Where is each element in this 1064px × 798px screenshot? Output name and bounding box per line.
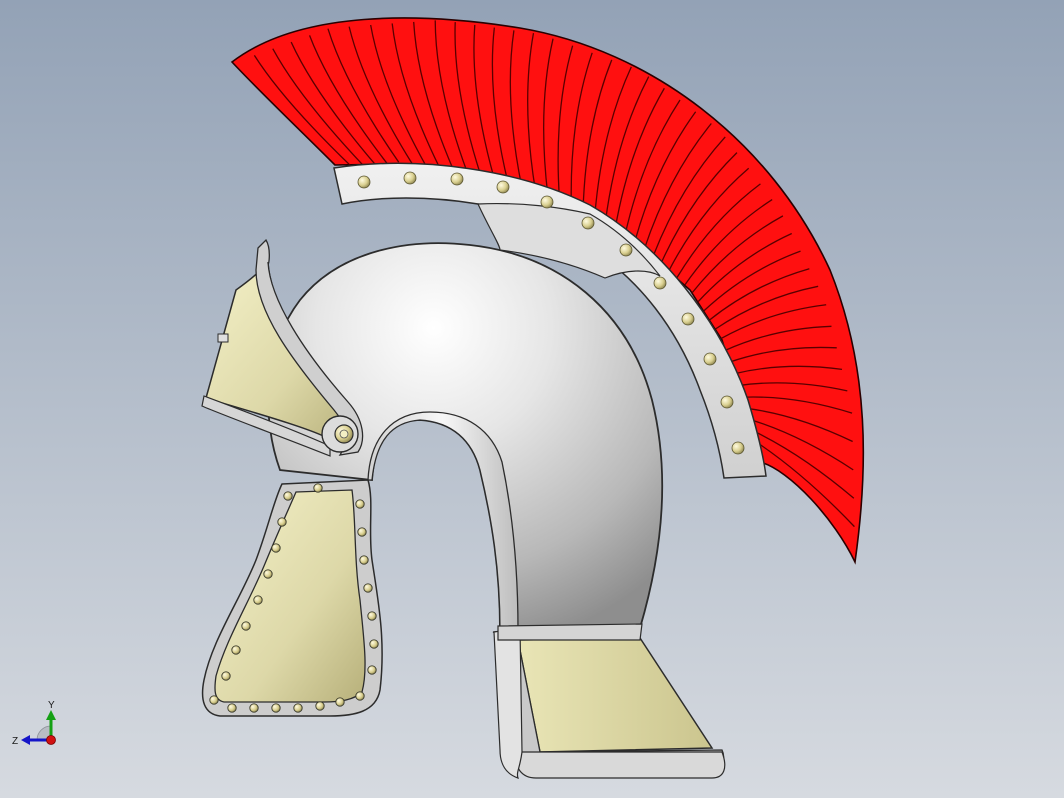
rivet — [271, 543, 281, 553]
rivet — [581, 216, 595, 230]
rivet — [403, 171, 417, 185]
rivet — [313, 483, 323, 493]
rivet — [369, 639, 379, 649]
rivet — [720, 395, 734, 409]
rivet — [619, 243, 633, 257]
rivet — [283, 491, 293, 501]
helmet-model[interactable] — [0, 0, 1064, 798]
rivet — [681, 312, 695, 326]
rivet — [249, 703, 259, 713]
rivet — [315, 701, 325, 711]
rivet — [227, 703, 237, 713]
rivet — [263, 569, 273, 579]
rivet — [357, 527, 367, 537]
neck-guard — [492, 627, 726, 779]
rivet — [355, 691, 365, 701]
rivet — [231, 645, 241, 655]
rivet — [496, 180, 510, 194]
rivet — [363, 583, 373, 593]
rivet — [209, 695, 219, 705]
rivet — [357, 175, 371, 189]
cheek-guard — [201, 479, 383, 717]
rivet — [277, 517, 287, 527]
axis-triad: Y Z — [12, 700, 56, 747]
rivet — [359, 555, 369, 565]
rivet — [367, 611, 377, 621]
rivet — [355, 499, 365, 509]
rivet — [241, 621, 251, 631]
rivet — [703, 352, 717, 366]
3d-viewport[interactable]: Y Z — [0, 0, 1064, 798]
rivet — [335, 697, 345, 707]
rivet — [540, 195, 554, 209]
rivet — [253, 595, 263, 605]
rivet — [271, 703, 281, 713]
rivet — [731, 441, 745, 455]
rivet — [367, 665, 377, 675]
triad-z-label: Z — [12, 736, 18, 747]
triad-y-label: Y — [48, 700, 55, 711]
rivet — [293, 703, 303, 713]
rivet — [450, 172, 464, 186]
rivet — [653, 276, 667, 290]
triad-x-axis — [46, 735, 56, 745]
rivet — [221, 671, 231, 681]
